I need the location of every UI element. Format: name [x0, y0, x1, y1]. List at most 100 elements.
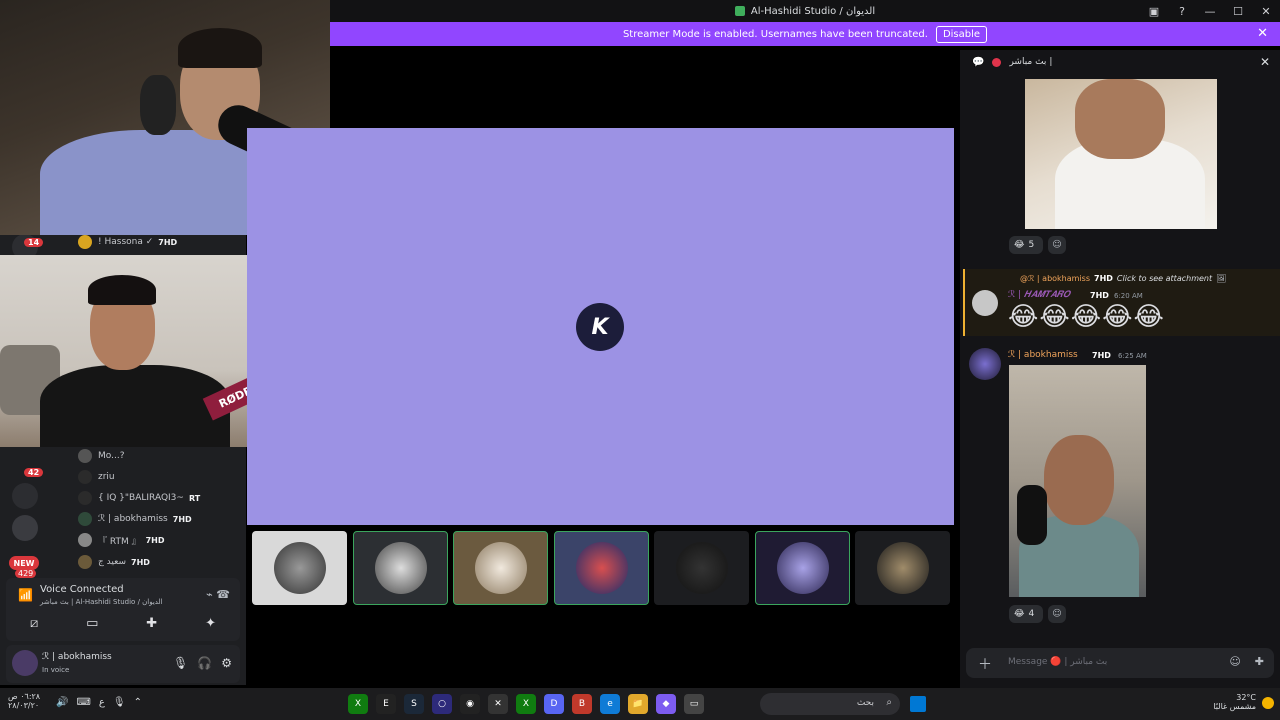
participant-tile[interactable] — [855, 531, 950, 605]
user-name: ℛ | abokhamiss — [42, 652, 112, 662]
participant-tile[interactable] — [654, 531, 749, 605]
message-time: 6:25 AM — [1118, 352, 1147, 360]
user-panel: ℛ | abokhamiss In voice 🎙 🎧 ⚙ — [6, 645, 240, 683]
voice-user[interactable]: ! Hassona ✓ 7HD — [78, 233, 177, 251]
video-attachment-2[interactable] — [1009, 365, 1146, 597]
epic-games-icon[interactable]: E — [376, 694, 396, 714]
participant-tile[interactable] — [453, 531, 548, 605]
voice-user[interactable]: zriu — [78, 468, 115, 486]
maximize-icon[interactable]: ☐ — [1224, 0, 1252, 22]
reaction-button[interactable]: 😂 5 — [1009, 236, 1043, 254]
voice-user[interactable]: سعيد ج 7HD — [78, 553, 150, 571]
help-icon[interactable]: ? — [1168, 0, 1196, 22]
microphone-icon[interactable]: 🎙 — [173, 656, 188, 670]
brave-icon[interactable]: B — [572, 694, 592, 714]
participant-tile[interactable] — [755, 531, 850, 605]
add-reaction-icon[interactable]: ☺ — [1048, 605, 1066, 623]
disable-streamer-mode-button[interactable]: Disable — [935, 25, 988, 43]
microphone-icon[interactable]: 🎙 — [113, 697, 126, 708]
signal-icon[interactable]: 📶 — [18, 588, 33, 602]
xbox-icon[interactable]: X — [348, 694, 368, 714]
avatar[interactable] — [12, 650, 38, 676]
participant-tile[interactable] — [252, 531, 347, 605]
participant-avatar — [876, 542, 929, 594]
search-placeholder: بحث — [856, 698, 874, 708]
file-explorer-icon[interactable]: 📁 — [628, 694, 648, 714]
app-icon[interactable]: ◉ — [460, 694, 480, 714]
message-time: 6:20 AM — [1114, 292, 1143, 300]
participant-avatar — [776, 542, 829, 594]
camera-off-icon[interactable]: ⧄ — [30, 616, 38, 631]
voice-actions: ⧄ ▭ ✚ ✦ — [6, 616, 240, 631]
voice-channel-name[interactable]: بث مباشر | Al-Hashidi Studio / الديوان — [40, 598, 163, 606]
minimize-icon[interactable]: — — [1196, 0, 1224, 22]
voice-user[interactable]: { IQ }"BALIRAQI3~ RT — [78, 489, 200, 507]
windows-start-icon[interactable] — [910, 696, 926, 712]
taskbar-search[interactable]: بحث ⌕ — [760, 693, 900, 715]
reply-reference[interactable]: @ℛ | abokhamiss 7HD Click to see attachm… — [1020, 274, 1226, 283]
participant-tile[interactable] — [353, 531, 448, 605]
discord-icon[interactable]: D — [544, 694, 564, 714]
reaction-emoji: 😂 — [1014, 609, 1025, 619]
streamer-mode-banner: Streamer Mode is enabled. Usernames have… — [330, 22, 1280, 46]
server-icon-2[interactable] — [12, 483, 38, 509]
headset — [140, 75, 176, 135]
network-icon[interactable]: ⌨ — [76, 697, 90, 708]
voice-user[interactable]: 『 RTM 』 7HD — [78, 531, 165, 549]
user-badge: 7HD — [1092, 351, 1111, 360]
user-badge: 7HD — [172, 514, 192, 524]
server-icon-3[interactable] — [12, 515, 38, 541]
avatar[interactable] — [969, 348, 1001, 380]
video-attachment-1[interactable] — [1025, 79, 1217, 229]
apps-icon[interactable]: ✚ — [1255, 655, 1264, 668]
person-hair — [178, 28, 262, 68]
user-badge: 7HD — [1090, 291, 1109, 300]
message-input[interactable]: ＋ Message 🔴 | بث مباشر ☺ ✚ — [966, 648, 1274, 678]
message-author[interactable]: ℛ | abokhamiss — [1008, 350, 1078, 360]
person-head — [1075, 79, 1165, 159]
reply-ref-text: Click to see attachment — [1116, 274, 1213, 283]
volume-icon[interactable]: 🔊 — [56, 697, 68, 708]
language-indicator[interactable]: ع — [99, 697, 105, 708]
app-icon[interactable]: ○ — [432, 694, 452, 714]
close-chat-icon[interactable]: ✕ — [1260, 55, 1270, 69]
close-icon[interactable]: ✕ — [1252, 0, 1280, 22]
voice-user[interactable]: Mo...? — [78, 447, 124, 465]
copilot-icon[interactable]: ◆ — [656, 694, 676, 714]
settings-gear-icon[interactable]: ⚙ — [221, 656, 232, 670]
headphones-icon[interactable]: 🎧 — [197, 656, 212, 670]
avatar — [78, 555, 92, 569]
system-tray: 🔊 ⌨ ع 🎙 ⌃ — [56, 697, 142, 708]
chevron-up-icon[interactable]: ⌃ — [134, 697, 142, 708]
emoji-icon[interactable]: ☺ — [1229, 655, 1240, 668]
reaction-button[interactable]: 😂 4 — [1009, 605, 1043, 623]
avatar[interactable] — [972, 290, 998, 316]
edge-icon[interactable]: e — [600, 694, 620, 714]
message-placeholder: Message 🔴 | بث مباشر — [1008, 657, 1108, 667]
inbox-icon[interactable]: ▣ — [1140, 0, 1168, 22]
person-hair — [88, 275, 156, 305]
weather-widget[interactable]: 32°C مشمس غالبًا — [1213, 693, 1256, 711]
avatar — [78, 491, 92, 505]
noise-suppression-icon[interactable]: ⌁ ☎ — [206, 588, 230, 601]
app-icon[interactable]: ✕ — [488, 694, 508, 714]
add-attachment-icon[interactable]: ＋ — [978, 654, 992, 674]
soundboard-icon[interactable]: ✦ — [205, 616, 216, 631]
app-icon[interactable]: ▭ — [684, 694, 704, 714]
reply-ref-name: @ℛ | abokhamiss — [1020, 274, 1090, 283]
close-banner-icon[interactable]: ✕ — [1257, 26, 1268, 41]
activities-icon[interactable]: ✚ — [146, 616, 157, 631]
xbox-app-icon[interactable]: X — [516, 694, 536, 714]
window-title: Al-Hashidi Studio / الديوان — [750, 5, 876, 17]
voice-user-name: 『 RTM 』 — [98, 536, 141, 547]
message-author[interactable]: ℛ | 𝑯𝑨𝑴𝑻𝑨𝑹𝑶 — [1008, 290, 1070, 300]
screen-share-icon[interactable]: ▭ — [86, 616, 98, 631]
add-reaction-icon[interactable]: ☺ — [1048, 236, 1066, 254]
input-tools: ☺ ✚ — [1229, 655, 1264, 668]
steam-icon[interactable]: S — [404, 694, 424, 714]
participant-tiles — [252, 531, 952, 606]
clock[interactable]: ٠٦:٢٨ ص ٢٨/٠٣/٢٠ — [8, 692, 40, 710]
voice-user[interactable]: ℛ | abokhamiss 7HD — [78, 510, 192, 528]
participant-tile[interactable] — [554, 531, 649, 605]
avatar — [78, 235, 92, 249]
